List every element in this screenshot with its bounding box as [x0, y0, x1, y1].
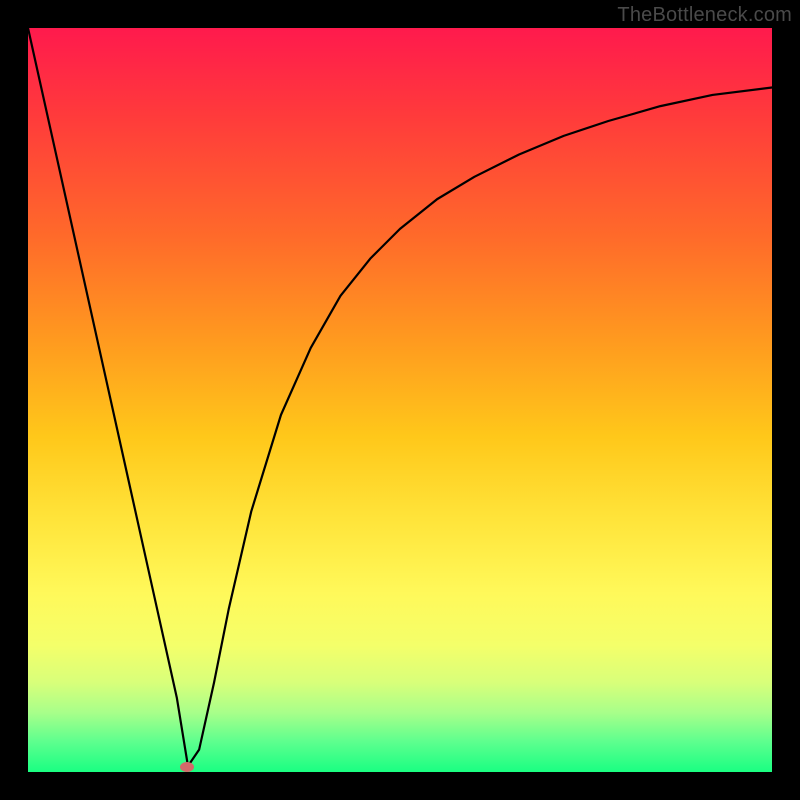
plot-area: [28, 28, 772, 772]
chart-frame: TheBottleneck.com: [0, 0, 800, 800]
watermark-text: TheBottleneck.com: [617, 4, 792, 27]
optimal-point-marker: [180, 762, 194, 772]
bottleneck-curve: [28, 28, 772, 772]
